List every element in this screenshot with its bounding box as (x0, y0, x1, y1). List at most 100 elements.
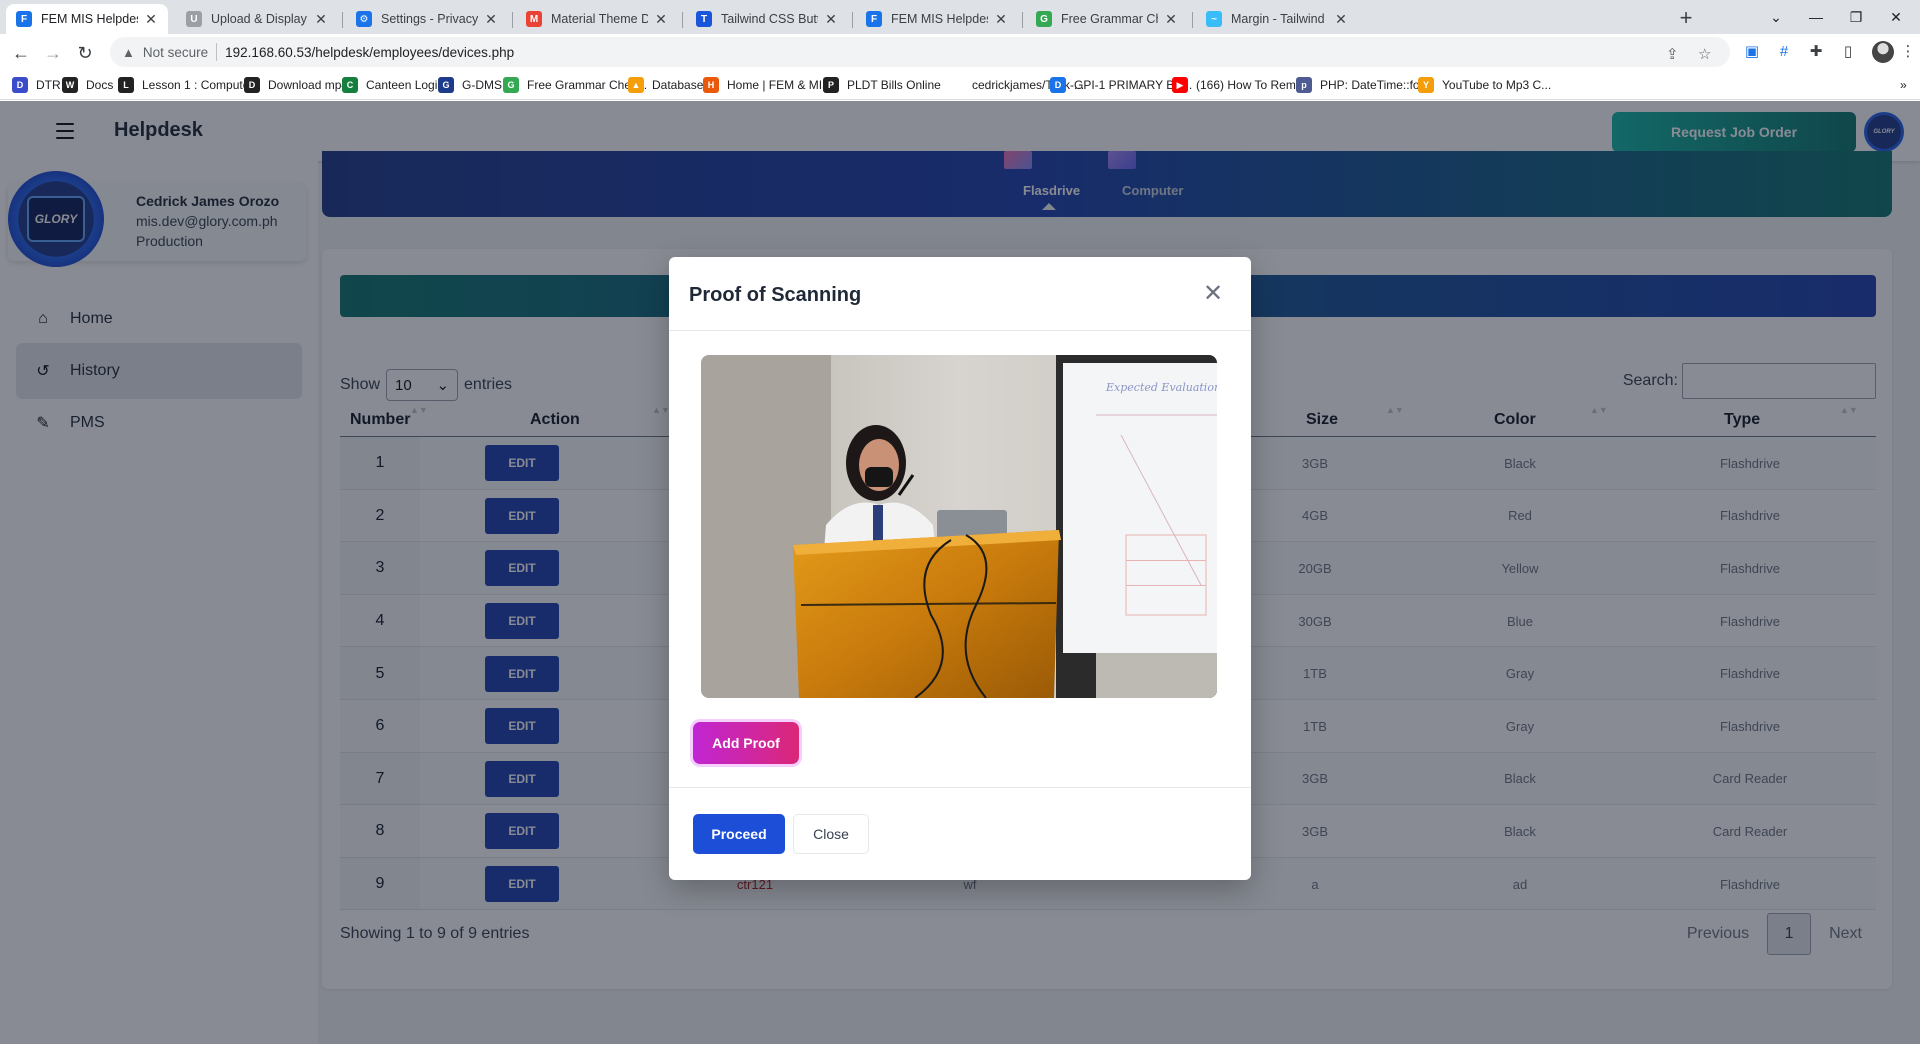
tab-separator (342, 12, 343, 28)
bookmark-item[interactable]: D DTR (12, 76, 61, 94)
browser-tab[interactable]: G Free Grammar Checker - C ✕ (1026, 4, 1188, 34)
share-icon[interactable]: ⇪ (1666, 45, 1679, 63)
bookmark-item[interactable]: p PHP: DateTime::for... (1296, 76, 1433, 94)
new-tab-button[interactable]: + (1672, 5, 1700, 33)
tab-separator (1192, 12, 1193, 28)
tab-title: Free Grammar Checker - C (1061, 12, 1158, 26)
tab-title: Tailwind CSS Buttons - Flo (721, 12, 818, 26)
tab-separator (852, 12, 853, 28)
bookmark-favicon-icon: P (823, 77, 839, 93)
close-window-icon[interactable]: ✕ (1876, 4, 1916, 30)
bookmark-item[interactable]: ▲ Database (628, 76, 703, 94)
browser-tab[interactable]: U Upload & Display Image. ✕ (176, 4, 338, 34)
profile-avatar[interactable] (1872, 41, 1894, 63)
bookmark-label: Canteen Login (366, 78, 445, 92)
svg-text:Expected Evaluation: Expected Evaluation (1105, 381, 1217, 394)
tab-separator (1022, 12, 1023, 28)
extension-new-icon[interactable]: ▣ (1740, 40, 1764, 64)
browser-tab[interactable]: M Material Theme Dark [blue ✕ (516, 4, 678, 34)
bookmark-item[interactable]: G Free Grammar Chec... (503, 76, 647, 94)
close-tab-icon[interactable]: ✕ (144, 11, 158, 28)
tab-favicon-icon: M (526, 11, 542, 27)
close-tab-icon[interactable]: ✕ (824, 11, 838, 28)
address-url[interactable]: 192.168.60.53/helpdesk/employees/devices… (225, 45, 514, 60)
bookmark-label: PHP: DateTime::for... (1320, 78, 1433, 92)
browser-menu-icon[interactable]: ⋮ (1896, 40, 1920, 64)
close-tab-icon[interactable]: ✕ (314, 11, 328, 28)
bookmark-favicon-icon (948, 77, 964, 93)
bookmark-label: Docs (86, 78, 114, 92)
tab-favicon-icon: G (1036, 11, 1052, 27)
proof-image: Expected Evaluation (701, 355, 1217, 698)
forward-icon[interactable]: → (40, 40, 66, 66)
bookmark-favicon-icon: H (703, 77, 719, 93)
modal-header: Proof of Scanning ✕ (669, 257, 1251, 331)
proof-modal: Proof of Scanning ✕ Expected Evaluation … (669, 257, 1251, 880)
extensions-puzzle-icon[interactable]: ✚ (1804, 40, 1828, 64)
bookmark-item[interactable]: D Download mp4 (244, 76, 348, 94)
bookmark-label: DTR (36, 78, 61, 92)
tab-favicon-icon: U (186, 11, 202, 27)
bookmark-favicon-icon: ▶ (1172, 77, 1188, 93)
close-tab-icon[interactable]: ✕ (654, 11, 668, 28)
close-button[interactable]: Close (793, 814, 869, 854)
bookmark-favicon-icon: D (244, 77, 260, 93)
bookmark-item[interactable]: G G-DMS (438, 76, 502, 94)
bookmark-favicon-icon: C (342, 77, 358, 93)
reload-icon[interactable]: ↻ (72, 40, 98, 66)
browser-toolbar: ← → ↻ ▲ Not secure 192.168.60.53/helpdes… (0, 34, 1920, 70)
browser-tab[interactable]: ⚙ Settings - Privacy and secu ✕ (346, 4, 508, 34)
bookmark-item[interactable]: C Canteen Login (342, 76, 444, 94)
bookmark-favicon-icon: D (1050, 77, 1066, 93)
more-bookmarks-icon[interactable]: » (1900, 76, 1907, 94)
tab-search-icon[interactable]: ⌄ (1756, 4, 1796, 30)
bookmark-item[interactable]: W Docs (62, 76, 113, 94)
add-proof-button[interactable]: Add Proof (693, 722, 799, 764)
browser-tab[interactable]: F FEM MIS Helpdesk ✕ (856, 4, 1018, 34)
tab-title: FEM MIS Helpdesk (891, 12, 988, 26)
browser-tab[interactable]: F FEM MIS Helpdesk ✕ (6, 4, 168, 34)
proceed-button[interactable]: Proceed (693, 814, 785, 854)
restore-icon[interactable]: ❐ (1836, 4, 1876, 30)
browser-tab[interactable]: T Tailwind CSS Buttons - Flo ✕ (686, 4, 848, 34)
bookmark-favicon-icon: L (118, 77, 134, 93)
browser-tab[interactable]: ~ Margin - Tailwind CSS ✕ (1196, 4, 1358, 34)
address-bar[interactable]: ▲ Not secure 192.168.60.53/helpdesk/empl… (110, 37, 1730, 67)
back-icon[interactable]: ← (8, 40, 34, 66)
bookmark-item[interactable]: ▶ (166) How To Remo... (1172, 76, 1313, 94)
close-tab-icon[interactable]: ✕ (994, 11, 1008, 28)
close-tab-icon[interactable]: ✕ (484, 11, 498, 28)
tab-favicon-icon: F (866, 11, 882, 27)
bookmark-favicon-icon: ▲ (628, 77, 644, 93)
bookmark-label: Download mp4 (268, 78, 349, 92)
tab-separator (512, 12, 513, 28)
bookmark-item[interactable]: Y YouTube to Mp3 C... (1418, 76, 1551, 94)
modal-footer: Proceed Close (669, 787, 1251, 880)
bookmark-label: Database (652, 78, 704, 92)
bookmark-label: PLDT Bills Online (847, 78, 941, 92)
bookmark-favicon-icon: W (62, 77, 78, 93)
bookmarks-bar: D DTR W Docs L Lesson 1 : Compute... D Download… (0, 70, 1920, 100)
security-label: Not secure (142, 44, 209, 60)
close-tab-icon[interactable]: ✕ (1164, 11, 1178, 28)
tab-favicon-icon: T (696, 11, 712, 27)
bookmark-item[interactable]: P PLDT Bills Online (823, 76, 941, 94)
tab-favicon-icon: ~ (1206, 11, 1222, 27)
bookmark-star-icon[interactable]: ☆ (1698, 45, 1711, 63)
close-icon[interactable]: ✕ (1201, 279, 1225, 308)
side-panel-icon[interactable]: ▯ (1836, 40, 1860, 64)
bookmark-favicon-icon: D (12, 77, 28, 93)
bookmark-item[interactable]: H Home | FEM & MIS... (703, 76, 840, 94)
bookmark-label: Lesson 1 : Compute... (142, 78, 260, 92)
bookmark-favicon-icon: Y (1418, 77, 1434, 93)
tab-title: Settings - Privacy and secu (381, 12, 478, 26)
modal-title: Proof of Scanning (689, 284, 862, 306)
bookmark-favicon-icon: G (438, 77, 454, 93)
bookmark-item[interactable]: D GPI-1 PRIMARY BA... (1050, 76, 1192, 94)
extension-grid-icon[interactable]: # (1772, 40, 1796, 64)
tab-title: Upload & Display Image. (211, 12, 308, 26)
bookmark-item[interactable]: L Lesson 1 : Compute... (118, 76, 259, 94)
minimize-icon[interactable]: — (1796, 4, 1836, 30)
bookmark-favicon-icon: p (1296, 77, 1312, 93)
close-tab-icon[interactable]: ✕ (1334, 11, 1348, 28)
